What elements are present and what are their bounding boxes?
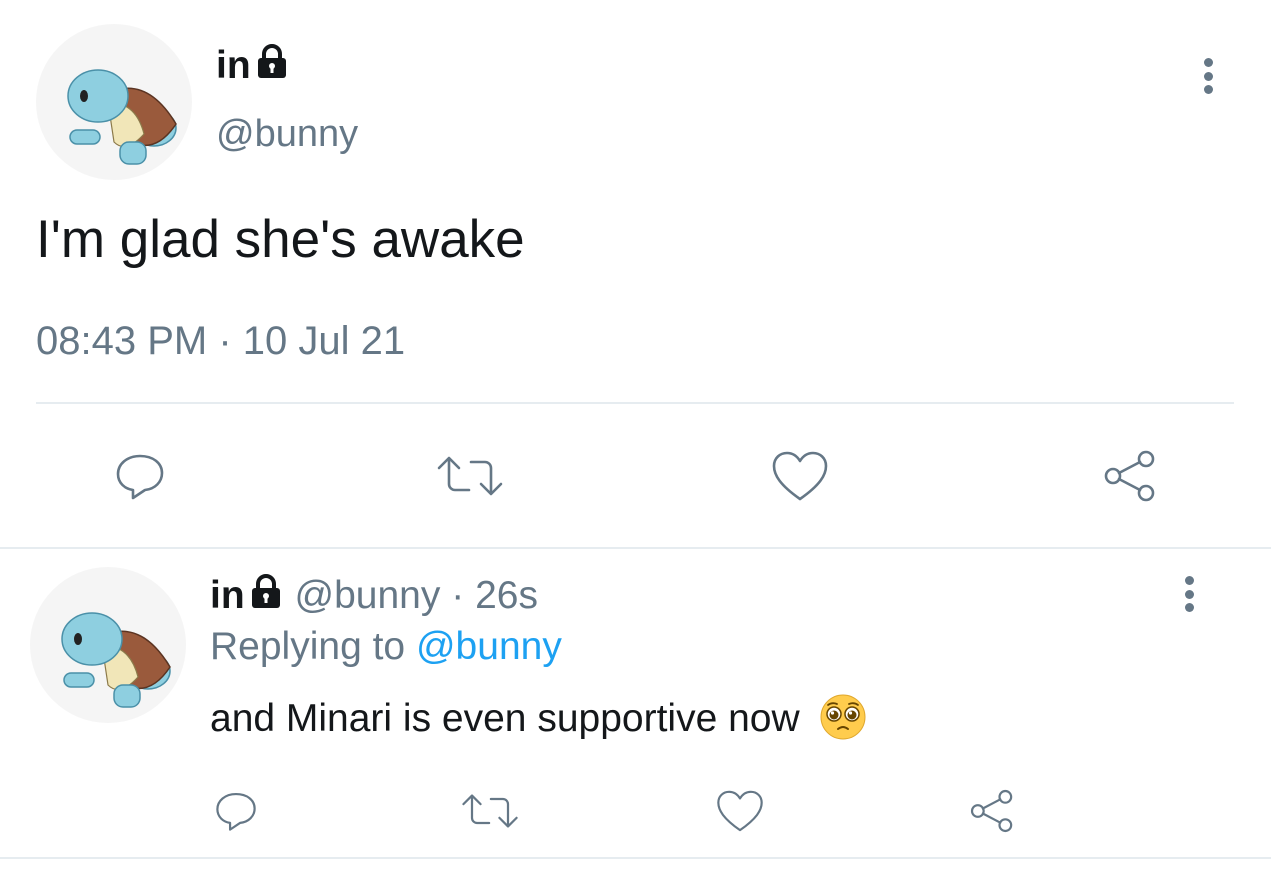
retweet-button[interactable]	[432, 446, 508, 506]
replying-to: Replying to @bunny	[210, 624, 562, 670]
share-icon	[970, 789, 1013, 833]
pleading-face-icon	[820, 694, 865, 740]
lock-icon	[251, 574, 280, 608]
divider	[0, 857, 1271, 859]
squirtle-avatar-image	[67, 69, 177, 165]
squirtle-avatar-image	[61, 612, 171, 708]
reply-text: and Minari is even supportive now	[210, 694, 867, 745]
replying-to-label: Replying to	[210, 625, 406, 668]
like-button[interactable]	[768, 446, 832, 506]
like-icon	[772, 451, 828, 501]
reply-text-body: and Minari is even supportive now	[210, 697, 800, 740]
retweet-icon	[462, 794, 518, 828]
like-button[interactable]	[712, 784, 768, 838]
reply-button[interactable]	[108, 446, 172, 506]
divider	[0, 547, 1271, 549]
display-name-text: in	[216, 44, 251, 87]
reply-header: in @bunny · 26s	[210, 572, 538, 618]
more-options-icon[interactable]	[1202, 58, 1214, 94]
share-button[interactable]	[1098, 446, 1162, 506]
timestamp-separator: ·	[218, 319, 232, 363]
lock-icon	[257, 44, 286, 78]
timestamp: 08:43 PM · 10 Jul 21	[36, 318, 405, 364]
retweet-icon	[437, 456, 503, 496]
tweet-text: I'm glad she's awake	[36, 210, 525, 269]
reply-age: 26s	[475, 574, 538, 617]
display-name[interactable]: in	[216, 42, 290, 88]
retweet-button[interactable]	[458, 784, 522, 838]
share-icon	[1104, 450, 1155, 502]
tweet-date: 10 Jul 21	[242, 319, 406, 363]
tweet-time: 08:43 PM	[36, 319, 208, 363]
reply-icon	[216, 792, 256, 831]
replying-to-handle[interactable]: @bunny	[416, 625, 562, 668]
handle[interactable]: @bunny	[216, 112, 358, 156]
avatar[interactable]	[30, 567, 186, 723]
handle[interactable]: @bunny	[295, 574, 441, 617]
like-icon	[717, 790, 763, 832]
reply-button[interactable]	[208, 784, 264, 838]
header-separator: ·	[451, 574, 465, 617]
reply-icon	[116, 454, 164, 500]
avatar[interactable]	[36, 24, 192, 180]
display-name-text[interactable]: in	[210, 574, 245, 617]
share-button[interactable]	[964, 784, 1020, 838]
divider	[36, 402, 1234, 404]
more-options-icon[interactable]	[1183, 576, 1195, 612]
